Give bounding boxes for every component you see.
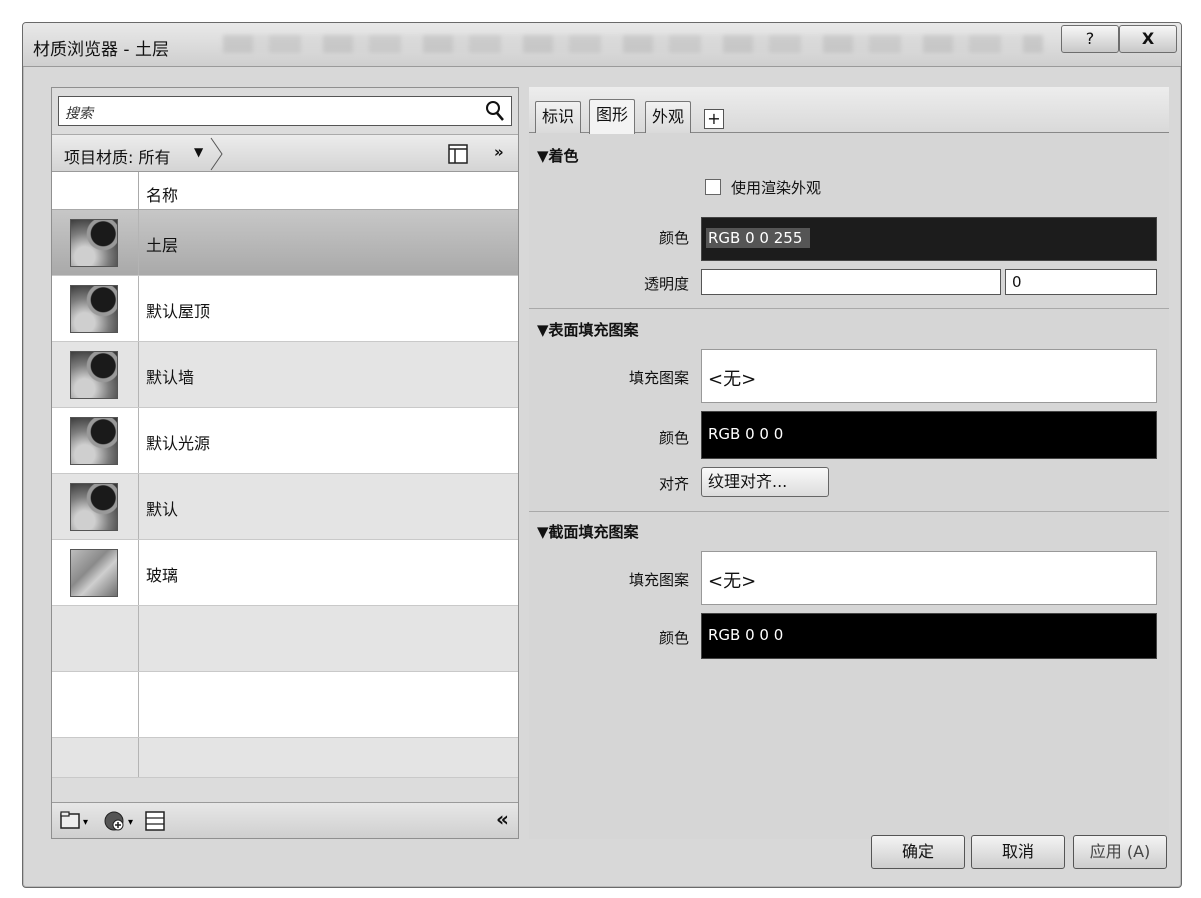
cancel-button[interactable]: 取消 [971, 835, 1065, 869]
list-item[interactable]: 默认屋顶 [52, 276, 518, 342]
material-thumbnail-icon [70, 285, 118, 333]
column-separator [138, 172, 139, 209]
cut-pattern-section-header[interactable]: ▼截面填充图案 [537, 521, 639, 542]
material-editor-panel: 标识 图形 外观 + ▼着色 使用渲染外观 颜色 RGB 0 0 255 透明度… [529, 87, 1169, 839]
shading-color-swatch[interactable]: RGB 0 0 255 [701, 217, 1157, 261]
empty-row [52, 738, 518, 778]
search-placeholder: 搜索 [65, 106, 93, 122]
transparency-slider[interactable] [701, 269, 1001, 295]
section-divider [529, 308, 1169, 309]
shading-color-label: 颜色 [658, 229, 689, 247]
transparency-input[interactable]: 0 [1005, 269, 1157, 295]
surface-fill-pattern-label: 填充图案 [628, 369, 689, 387]
filter-dropdown-icon[interactable]: ▼ [194, 145, 203, 159]
svg-text:▾: ▾ [128, 817, 133, 828]
row-separator [138, 672, 139, 737]
cut-color-value: RGB 0 0 0 [708, 626, 784, 644]
material-thumbnail-icon [70, 219, 118, 267]
svg-text:▾: ▾ [83, 817, 88, 828]
material-name: 默认墙 [146, 368, 195, 387]
library-toolbar: ▾ ▾ « [52, 802, 518, 838]
close-button[interactable]: X [1119, 25, 1177, 53]
surface-color-value: RGB 0 0 0 [708, 425, 784, 443]
row-separator [138, 606, 139, 671]
window-title: 材质浏览器 - 土层 [33, 40, 169, 60]
align-label: 对齐 [658, 475, 689, 493]
row-separator [138, 474, 139, 539]
material-list: 土层 默认屋顶 默认墙 默认光源 默认 玻璃 [52, 210, 518, 778]
cut-color-label: 颜色 [658, 629, 689, 647]
surface-pattern-section-header[interactable]: ▼表面填充图案 [537, 319, 639, 340]
tab-strip: 标识 图形 外观 + [529, 87, 1169, 134]
help-button[interactable]: ? [1061, 25, 1119, 53]
column-name-header[interactable]: 名称 [146, 182, 178, 206]
cut-fill-pattern-field[interactable]: <无> [701, 551, 1157, 605]
create-material-icon[interactable]: ▾ [104, 810, 140, 836]
list-item[interactable]: 默认墙 [52, 342, 518, 408]
surface-fill-pattern-field[interactable]: <无> [701, 349, 1157, 403]
use-render-appearance-checkbox[interactable] [705, 179, 721, 195]
empty-row [52, 606, 518, 672]
section-divider [529, 511, 1169, 512]
collapse-panel-icon[interactable]: « [496, 807, 509, 831]
surface-fill-pattern-value: <无> [708, 369, 757, 390]
row-separator [138, 738, 139, 777]
cut-color-swatch[interactable]: RGB 0 0 0 [701, 613, 1157, 659]
empty-row [52, 672, 518, 738]
surface-color-label: 颜色 [658, 429, 689, 447]
list-item[interactable]: 默认光源 [52, 408, 518, 474]
texture-align-button[interactable]: 纹理对齐... [701, 467, 829, 497]
more-options-icon[interactable]: » [494, 143, 504, 161]
material-name: 默认屋顶 [146, 302, 211, 321]
search-input[interactable]: 搜索 [58, 96, 512, 126]
list-item[interactable]: 默认 [52, 474, 518, 540]
material-name: 土层 [146, 236, 179, 255]
transparency-label: 透明度 [643, 275, 689, 293]
material-name: 默认 [146, 500, 179, 519]
title-bar-blur [223, 35, 1043, 53]
shading-section-header[interactable]: ▼着色 [537, 145, 579, 166]
row-separator [138, 540, 139, 605]
tab-graphics[interactable]: 图形 [589, 99, 636, 134]
surface-color-swatch[interactable]: RGB 0 0 0 [701, 411, 1157, 459]
glass-thumbnail-icon [70, 549, 118, 597]
use-render-appearance-label: 使用渲染外观 [731, 179, 822, 197]
material-thumbnail-icon [70, 483, 118, 531]
add-tab-button[interactable]: + [704, 109, 724, 129]
row-separator [138, 210, 139, 275]
row-separator [138, 408, 139, 473]
row-separator [138, 276, 139, 341]
project-materials-filter[interactable]: 项目材质: 所有 [64, 144, 170, 168]
list-item[interactable]: 玻璃 [52, 540, 518, 606]
ok-button[interactable]: 确定 [871, 835, 965, 869]
title-bar: 材质浏览器 - 土层 ? X [23, 23, 1181, 67]
cut-fill-pattern-label: 填充图案 [628, 571, 689, 589]
row-separator [138, 342, 139, 407]
column-header: 名称 [52, 172, 518, 210]
material-name: 玻璃 [146, 566, 179, 585]
tab-identity[interactable]: 标识 [535, 101, 582, 133]
cut-fill-pattern-value: <无> [708, 571, 757, 592]
breadcrumb-chevron-icon [210, 137, 224, 175]
material-thumbnail-icon [70, 351, 118, 399]
material-thumbnail-icon [70, 417, 118, 465]
filter-bar: 项目材质: 所有 ▼ » [52, 134, 518, 172]
apply-button[interactable]: 应用 (A) [1073, 835, 1167, 869]
material-list-panel: 搜索 项目材质: 所有 ▼ » 名称 土层 默认屋顶 默认墙 默认光源 默认 玻… [51, 87, 519, 839]
library-manager-icon[interactable]: ▾ [60, 810, 94, 836]
material-browser-window: 材质浏览器 - 土层 ? X 搜索 项目材质: 所有 ▼ » 名称 土层 默认屋… [22, 22, 1182, 888]
material-name: 默认光源 [146, 434, 211, 453]
list-item[interactable]: 土层 [52, 210, 518, 276]
shading-color-value: RGB 0 0 255 [706, 228, 811, 248]
tab-appearance[interactable]: 外观 [645, 101, 692, 133]
panel-toggle-icon[interactable] [448, 144, 468, 168]
list-view-icon[interactable] [144, 810, 166, 836]
search-icon[interactable] [485, 100, 505, 126]
